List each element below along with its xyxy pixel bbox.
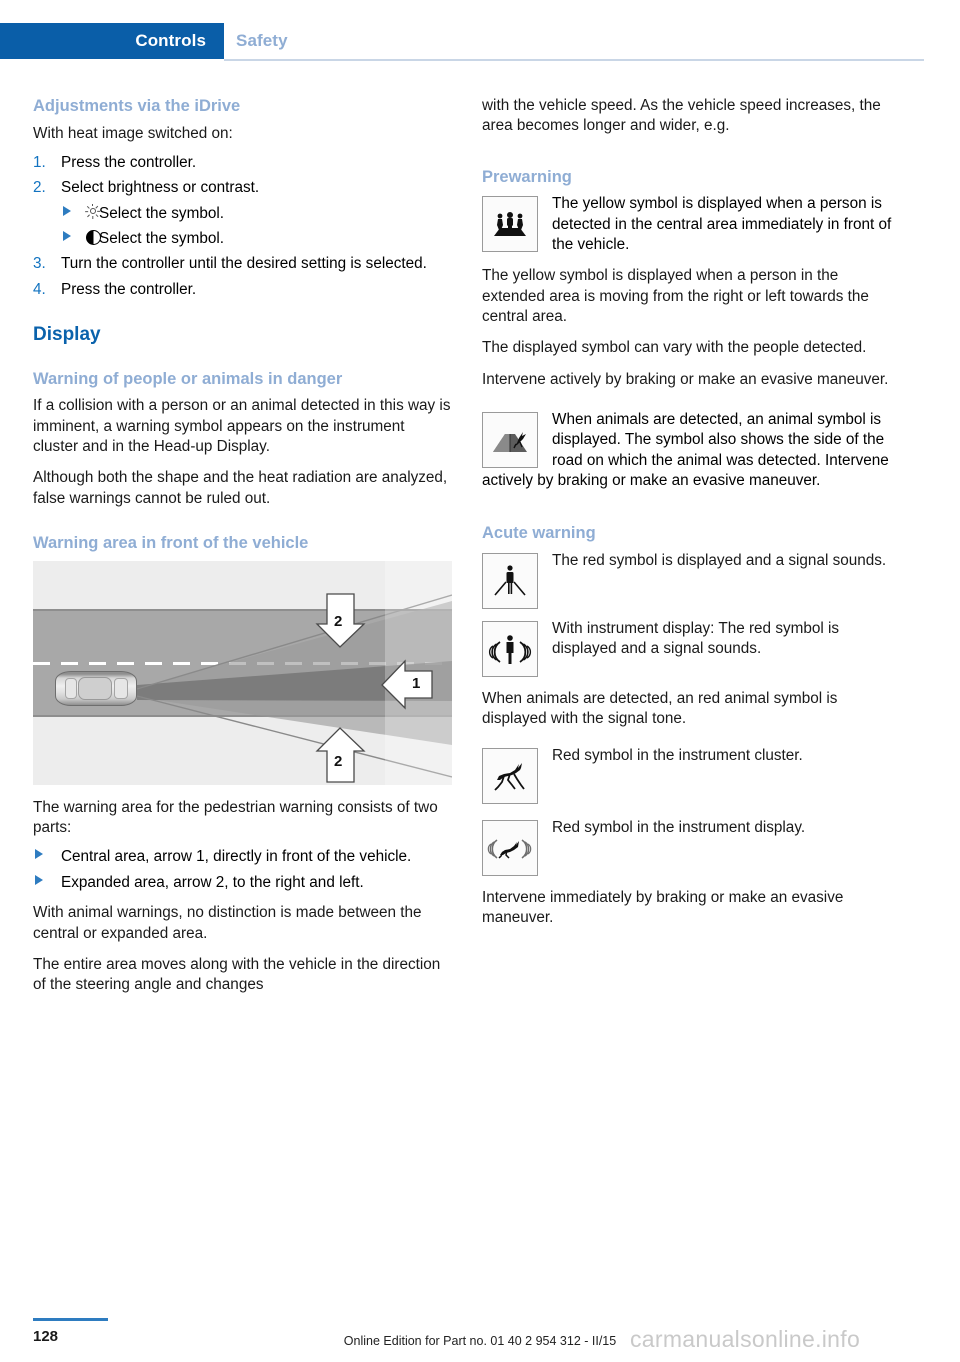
paragraph-animal-no-distinction: With animal warnings, no distinction is … bbox=[33, 904, 422, 942]
step-text: Select brightness or contrast. bbox=[61, 179, 260, 197]
bullet-text: Central area, arrow 1, directly in front… bbox=[61, 848, 412, 866]
left-column: Adjustments via the iDrive With heat ima… bbox=[33, 96, 453, 1007]
symbol-text-prewarning-people: The yellow symbol is displayed when a pe… bbox=[552, 195, 892, 253]
step-item: 3. Turn the controller until the desired… bbox=[33, 254, 453, 274]
diagram-label-1: 1 bbox=[412, 674, 421, 692]
symbol-text-acute-display: With instrument display: The red symbol … bbox=[552, 620, 840, 658]
pedestrian-warning-icon bbox=[482, 553, 538, 610]
triangle-bullet-icon bbox=[35, 874, 43, 885]
paragraph-symbol-vary: The displayed symbol can vary with the p… bbox=[482, 339, 867, 357]
step-text: Press the controller. bbox=[61, 153, 197, 171]
bullet-text: Expanded area, arrow 2, to the right and… bbox=[61, 873, 364, 891]
triangle-bullet-icon bbox=[63, 205, 71, 216]
footer-divider bbox=[33, 1318, 108, 1321]
tab-safety-label: Safety bbox=[236, 31, 288, 50]
substep-text: Select the symbol. bbox=[99, 230, 224, 247]
step-item: 1. Press the controller. bbox=[33, 153, 453, 173]
step-item: 2. Select brightness or contrast. bbox=[33, 178, 453, 198]
heading-acute-warning: Acute warning bbox=[482, 524, 596, 543]
step-number: 2. bbox=[33, 179, 46, 197]
deer-icon bbox=[482, 747, 538, 804]
paragraph-yellow-extended: The yellow symbol is displayed when a pe… bbox=[482, 267, 869, 326]
paragraph-shape-heat: Although both the shape and the heat rad… bbox=[33, 469, 448, 507]
watermark: carmanualsonline.info bbox=[630, 1326, 861, 1352]
substep-contrast: Select the symbol. bbox=[61, 229, 453, 249]
symbol-row-animal: When animals are detected, an animal sym… bbox=[482, 410, 902, 491]
step-number: 1. bbox=[33, 153, 46, 171]
symbol-row-prewarning-people: The yellow symbol is displayed when a pe… bbox=[482, 194, 902, 255]
paragraph-entire-area-moves: The entire area moves along with the veh… bbox=[33, 955, 441, 994]
diagram-arrow-shapes bbox=[315, 593, 433, 783]
paragraph-intervene-evasive: Intervene actively by braking or make an… bbox=[482, 370, 889, 388]
step-text: Turn the controller until the desired se… bbox=[61, 255, 427, 273]
triangle-bullet-icon bbox=[35, 849, 43, 860]
right-column: with the vehicle speed. As the vehicle s… bbox=[482, 96, 902, 939]
heading-warning-area: Warning area in front of the vehicle bbox=[33, 534, 309, 553]
symbol-text-deer-display: Red symbol in the instrument display. bbox=[552, 818, 806, 836]
tab-controls-label: Controls bbox=[135, 31, 206, 50]
step-number: 4. bbox=[33, 280, 46, 298]
paragraph-animal-red: When animals are detected, an red animal… bbox=[482, 690, 838, 728]
heading-warning-people-animals: Warning of people or animals in danger bbox=[33, 369, 343, 388]
diagram-label-2-bottom: 2 bbox=[334, 752, 343, 770]
symbol-text-deer-cluster: Red symbol in the instrument cluster. bbox=[552, 746, 803, 764]
symbol-row-acute-person: The red symbol is displayed and a signal… bbox=[482, 551, 902, 610]
tab-controls[interactable]: Controls bbox=[0, 23, 224, 59]
deer-signal-icon bbox=[482, 819, 538, 876]
heading-display: Display bbox=[33, 324, 101, 346]
warning-area-diagram: 2 1 2 bbox=[33, 560, 452, 785]
step-item: 4. Press the controller. bbox=[33, 280, 453, 300]
idrive-steps-list-continued: 3. Turn the controller until the desired… bbox=[33, 254, 453, 300]
idrive-substeps-list: Select the symbol. Select the symbol. bbox=[61, 203, 453, 250]
symbol-text-animal: When animals are detected, an animal sym… bbox=[482, 411, 889, 490]
heading-adjustments-idrive: Adjustments via the iDrive bbox=[33, 97, 241, 115]
symbol-text-acute-person: The red symbol is displayed and a signal… bbox=[552, 552, 887, 570]
symbol-row-deer-cluster: Red symbol in the instrument cluster. bbox=[482, 746, 902, 804]
three-pedestrians-icon bbox=[482, 196, 538, 253]
diagram-label-2-top: 2 bbox=[334, 612, 343, 630]
paragraph-speed-continuation: with the vehicle speed. As the vehicle s… bbox=[482, 97, 881, 135]
substep-brightness: Select the symbol. bbox=[61, 203, 453, 224]
substep-text: Select the symbol. bbox=[99, 204, 224, 222]
symbol-row-acute-display: With instrument display: The red symbol … bbox=[482, 619, 902, 678]
heading-prewarning: Prewarning bbox=[482, 167, 572, 186]
brightness-sun-icon bbox=[83, 203, 103, 223]
symbol-row-deer-display: Red symbol in the instrument display. bbox=[482, 818, 902, 876]
paragraph-heat-image-intro: With heat image switched on: bbox=[33, 124, 233, 142]
page-header: Controls Safety bbox=[0, 23, 960, 61]
pedestrian-signal-icon bbox=[482, 621, 538, 678]
paragraph-intervene-immediately: Intervene immediately by braking or make… bbox=[482, 888, 844, 927]
header-divider bbox=[224, 59, 924, 61]
step-text: Press the controller. bbox=[61, 280, 197, 298]
idrive-steps-list: 1. Press the controller. 2. Select brigh… bbox=[33, 153, 453, 199]
contrast-half-circle-icon bbox=[83, 228, 103, 248]
triangle-bullet-icon bbox=[63, 231, 71, 241]
warning-area-bullets: Central area, arrow 1, directly in front… bbox=[33, 847, 453, 893]
animal-road-side-icon bbox=[482, 412, 538, 469]
paragraph-collision: If a collision with a person or an anima… bbox=[33, 397, 451, 456]
paragraph-warning-area-parts: The warning area for the pedestrian warn… bbox=[33, 798, 438, 837]
step-number: 3. bbox=[33, 255, 46, 273]
bullet-central-area: Central area, arrow 1, directly in front… bbox=[33, 847, 453, 867]
tab-safety[interactable]: Safety bbox=[236, 23, 288, 59]
bullet-expanded-area: Expanded area, arrow 2, to the right and… bbox=[33, 873, 453, 893]
